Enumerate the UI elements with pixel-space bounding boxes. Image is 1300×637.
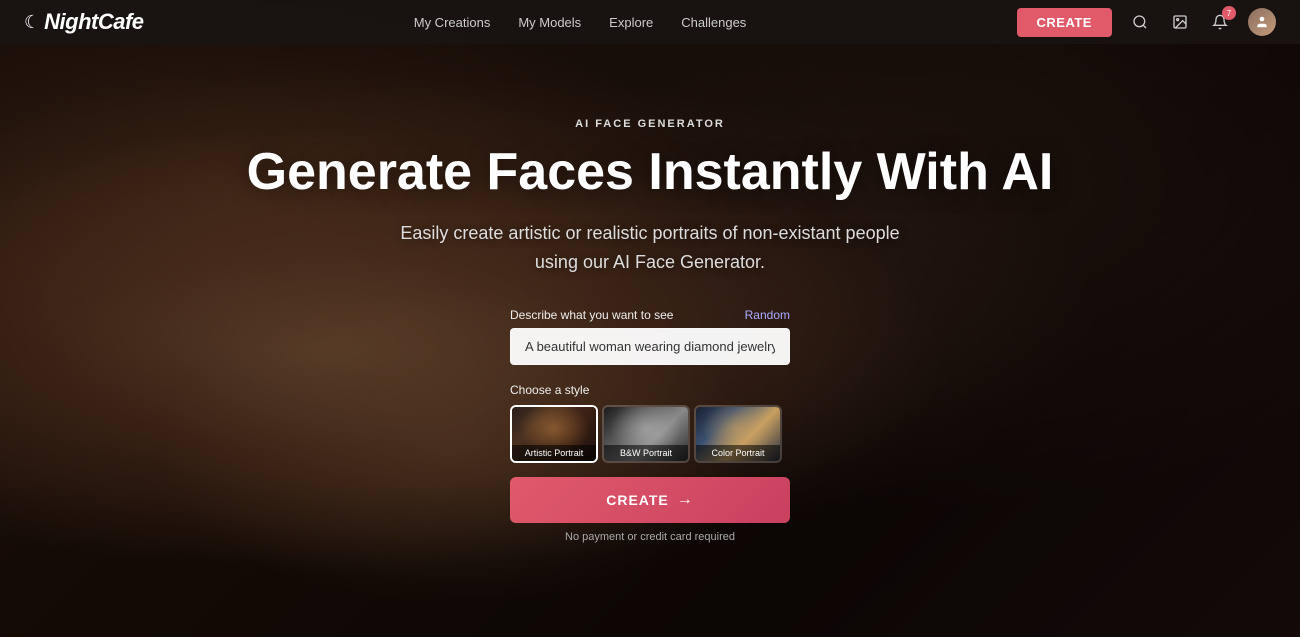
avatar[interactable]	[1248, 8, 1276, 36]
subtitle-line2: using our AI Face Generator.	[535, 252, 765, 272]
creation-form: Describe what you want to see Random Cho…	[510, 308, 790, 543]
main-content: AI FACE GENERATOR Generate Faces Instant…	[0, 44, 1300, 637]
describe-input[interactable]	[510, 328, 790, 365]
style-card-color[interactable]: Color Portrait	[694, 405, 782, 463]
my-creations-link[interactable]: My Creations	[414, 15, 491, 30]
create-button-label: CREATE	[606, 492, 669, 508]
style-card-artistic[interactable]: Artistic Portrait	[510, 405, 598, 463]
nav-actions: CREATE 7	[1017, 8, 1276, 37]
style-options: Artistic Portrait B&W Portrait Color Por…	[510, 405, 790, 463]
choose-style-label: Choose a style	[510, 383, 790, 397]
style-card-bw[interactable]: B&W Portrait	[602, 405, 690, 463]
subtitle-line1: Easily create artistic or realistic port…	[400, 223, 899, 243]
arrow-right-icon: →	[677, 491, 694, 509]
bw-label: B&W Portrait	[604, 445, 688, 461]
my-models-link[interactable]: My Models	[518, 15, 581, 30]
logo[interactable]: ☾ NightCafe	[24, 9, 144, 35]
section-label: AI FACE GENERATOR	[575, 118, 725, 130]
challenges-link[interactable]: Challenges	[681, 15, 746, 30]
subtitle: Easily create artistic or realistic port…	[400, 219, 899, 277]
notifications-wrapper: 7	[1208, 10, 1232, 34]
navbar: ☾ NightCafe My Creations My Models Explo…	[0, 0, 1300, 44]
describe-label: Describe what you want to see	[510, 308, 673, 322]
image-gallery-icon[interactable]	[1168, 10, 1192, 34]
nav-create-button[interactable]: CREATE	[1017, 8, 1112, 37]
artistic-label: Artistic Portrait	[512, 445, 596, 461]
random-link[interactable]: Random	[745, 308, 790, 322]
logo-text: NightCafe	[44, 9, 143, 35]
search-icon[interactable]	[1128, 10, 1152, 34]
nav-links: My Creations My Models Explore Challenge…	[414, 15, 747, 30]
explore-link[interactable]: Explore	[609, 15, 653, 30]
notification-badge: 7	[1222, 6, 1236, 20]
no-payment-text: No payment or credit card required	[510, 531, 790, 543]
color-label: Color Portrait	[696, 445, 780, 461]
create-button[interactable]: CREATE →	[510, 477, 790, 523]
describe-row: Describe what you want to see Random	[510, 308, 790, 322]
logo-moon-icon: ☾	[24, 12, 40, 33]
main-title: Generate Faces Instantly With AI	[247, 144, 1054, 201]
